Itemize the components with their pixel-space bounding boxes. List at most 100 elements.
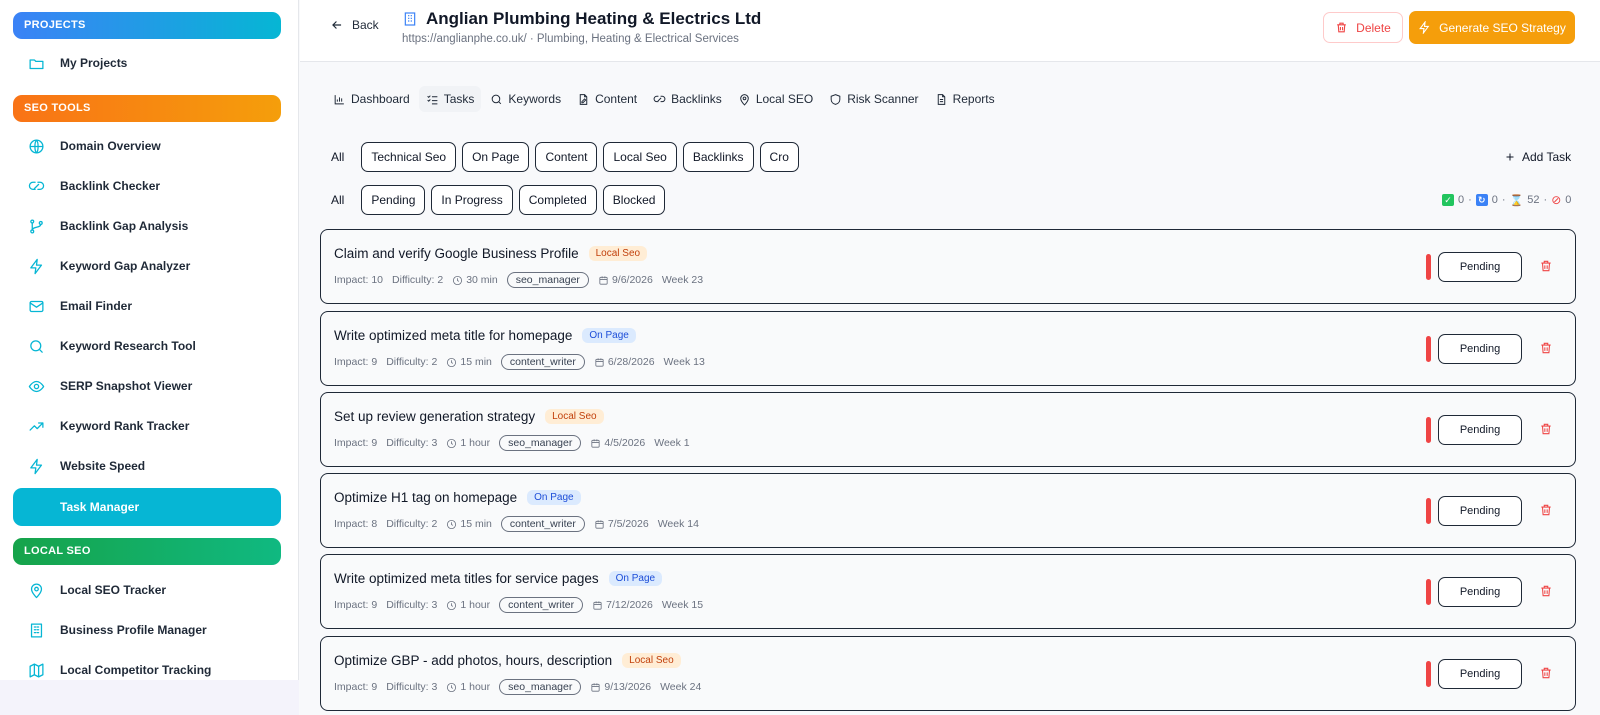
shield-icon [830, 93, 841, 105]
sidebar-item-backlink-checker[interactable]: Backlink Checker [13, 167, 281, 205]
task-date-text: 9/6/2026 [611, 274, 653, 286]
sidebar-item-website-speed[interactable]: Website Speed [13, 447, 281, 485]
task-week: Week 23 [661, 274, 704, 286]
task-card[interactable]: Optimize H1 tag on homepage On Page Impa… [320, 473, 1576, 548]
sidebar-item-label: Email Finder [60, 299, 133, 313]
sidebar-item-local-seo-tracker[interactable]: Local SEO Tracker [13, 571, 281, 609]
sidebar-item-backlink-gap-analysis[interactable]: Backlink Gap Analysis [13, 207, 281, 245]
status-filter-completed[interactable]: Completed [518, 185, 597, 215]
category-filter-local-seo[interactable]: Local Seo [603, 142, 677, 172]
task-date: 9/6/2026 [598, 274, 653, 286]
back-button[interactable]: Back [330, 18, 379, 32]
sidebar-item-serp-snapshot-viewer[interactable]: SERP Snapshot Viewer [13, 367, 281, 405]
delete-task-button[interactable] [1539, 584, 1553, 598]
tab-label: Tasks [443, 92, 475, 106]
tab-backlinks[interactable]: Backlinks [646, 86, 729, 112]
task-card[interactable]: Claim and verify Google Business Profile… [320, 229, 1576, 304]
category-filter-cro[interactable]: Cro [759, 142, 799, 172]
delete-task-button[interactable] [1539, 259, 1553, 273]
plus-icon [1506, 153, 1514, 161]
tab-label: Content [595, 92, 638, 106]
task-card[interactable]: Write optimized meta titles for service … [320, 554, 1576, 629]
tab-content[interactable]: Content [570, 86, 644, 112]
sidebar-item-label: Backlink Checker [60, 179, 161, 193]
sidebar-item-email-finder[interactable]: Email Finder [13, 287, 281, 325]
delete-task-button[interactable] [1539, 666, 1553, 680]
task-time: 15 min [446, 356, 492, 368]
status-filter-blocked[interactable]: Blocked [602, 185, 666, 215]
task-status-button[interactable]: Pending [1438, 659, 1522, 689]
delete-task-button[interactable] [1539, 503, 1553, 517]
project-title-block: Anglian Plumbing Heating & Electrics Ltd… [402, 9, 761, 45]
task-title-row: Optimize GBP - add photos, hours, descri… [334, 653, 681, 668]
zap-icon [26, 256, 46, 276]
task-status-button[interactable]: Pending [1438, 415, 1522, 445]
globe-icon [26, 136, 46, 156]
task-title: Claim and verify Google Business Profile [334, 246, 579, 261]
priority-indicator [1426, 498, 1431, 524]
sidebar-item-keyword-research-tool[interactable]: Keyword Research Tool [13, 327, 281, 365]
page-title: Anglian Plumbing Heating & Electrics Ltd [402, 9, 761, 29]
task-status-button[interactable]: Pending [1438, 334, 1522, 364]
tab-local-seo[interactable]: Local SEO [731, 86, 820, 112]
status-filter-in-progress[interactable]: In Progress [431, 185, 513, 215]
tab-risk-scanner[interactable]: Risk Scanner [822, 86, 925, 112]
category-filter-backlinks[interactable]: Backlinks [682, 142, 754, 172]
clock-icon [447, 600, 457, 610]
task-impact: Impact: 9 [334, 599, 378, 611]
clock-icon [447, 357, 457, 367]
task-week: Week 1 [654, 437, 690, 449]
task-title: Optimize GBP - add photos, hours, descri… [334, 653, 613, 668]
category-filter-content[interactable]: Content [535, 142, 598, 172]
sidebar-item-domain-overview[interactable]: Domain Overview [13, 127, 281, 165]
sidebar-item-keyword-rank-tracker[interactable]: Keyword Rank Tracker [13, 407, 281, 445]
tab-reports[interactable]: Reports [928, 86, 1002, 112]
tab-label: Risk Scanner [847, 92, 919, 106]
task-time: 1 hour [446, 599, 490, 611]
category-filter-technical-seo[interactable]: Technical Seo [361, 142, 457, 172]
priority-indicator [1426, 579, 1431, 605]
sidebar-item-keyword-gap-analyzer[interactable]: Keyword Gap Analyzer [13, 247, 281, 285]
sidebar-item-business-profile-manager[interactable]: Business Profile Manager [13, 611, 281, 649]
task-time-text: 1 hour [460, 437, 491, 449]
trash-icon [1541, 667, 1551, 679]
task-difficulty: Difficulty: 2 [386, 518, 438, 530]
task-status-button[interactable]: Pending [1438, 496, 1522, 526]
status-filter-row: All Pending In Progress Completed Blocke… [320, 185, 666, 215]
task-card[interactable]: Write optimized meta title for homepage … [320, 311, 1576, 386]
task-difficulty: Difficulty: 3 [386, 681, 438, 693]
blocked-icon: ⊘ [1551, 193, 1562, 207]
task-title: Optimize H1 tag on homepage [334, 490, 518, 505]
sidebar-item-local-competitor-tracking[interactable]: Local Competitor Tracking [13, 651, 281, 680]
status-filter-pending[interactable]: Pending [361, 185, 426, 215]
map-icon [26, 660, 46, 680]
delete-button[interactable]: Delete [1323, 12, 1403, 43]
task-category-tag: Local Seo [545, 409, 604, 424]
delete-task-button[interactable] [1539, 422, 1553, 436]
add-task-button[interactable]: Add Task [1494, 143, 1581, 171]
task-meta: Impact: 9 Difficulty: 2 15 min content_w… [334, 354, 705, 370]
trash-icon [1541, 342, 1551, 354]
task-status-button[interactable]: Pending [1438, 577, 1522, 607]
task-difficulty: Difficulty: 3 [386, 599, 438, 611]
category-filter-on-page[interactable]: On Page [462, 142, 530, 172]
generate-seo-strategy-button[interactable]: Generate SEO Strategy [1409, 11, 1575, 44]
tab-keywords[interactable]: Keywords [483, 86, 568, 112]
task-impact: Impact: 9 [334, 356, 378, 368]
sidebar-item-label: SERP Snapshot Viewer [60, 379, 193, 393]
sidebar-item-task-manager[interactable]: Task Manager [13, 488, 281, 526]
tab-dashboard[interactable]: Dashboard [326, 86, 417, 112]
sidebar-item-my-projects[interactable]: My Projects [13, 44, 281, 82]
task-card[interactable]: Optimize GBP - add photos, hours, descri… [320, 636, 1576, 711]
task-card[interactable]: Set up review generation strategy Local … [320, 392, 1576, 467]
task-title-row: Optimize H1 tag on homepage On Page [334, 490, 581, 505]
trash-icon [1337, 22, 1346, 33]
task-date-text: 9/13/2026 [604, 681, 652, 693]
category-filter-all[interactable]: All [320, 142, 355, 172]
status-filter-all[interactable]: All [320, 185, 355, 215]
tab-tasks[interactable]: Tasks [418, 86, 482, 112]
page-title-text: Anglian Plumbing Heating & Electrics Ltd [426, 9, 762, 28]
delete-task-button[interactable] [1539, 341, 1553, 355]
task-status-button[interactable]: Pending [1438, 252, 1522, 282]
priority-indicator [1426, 417, 1431, 443]
